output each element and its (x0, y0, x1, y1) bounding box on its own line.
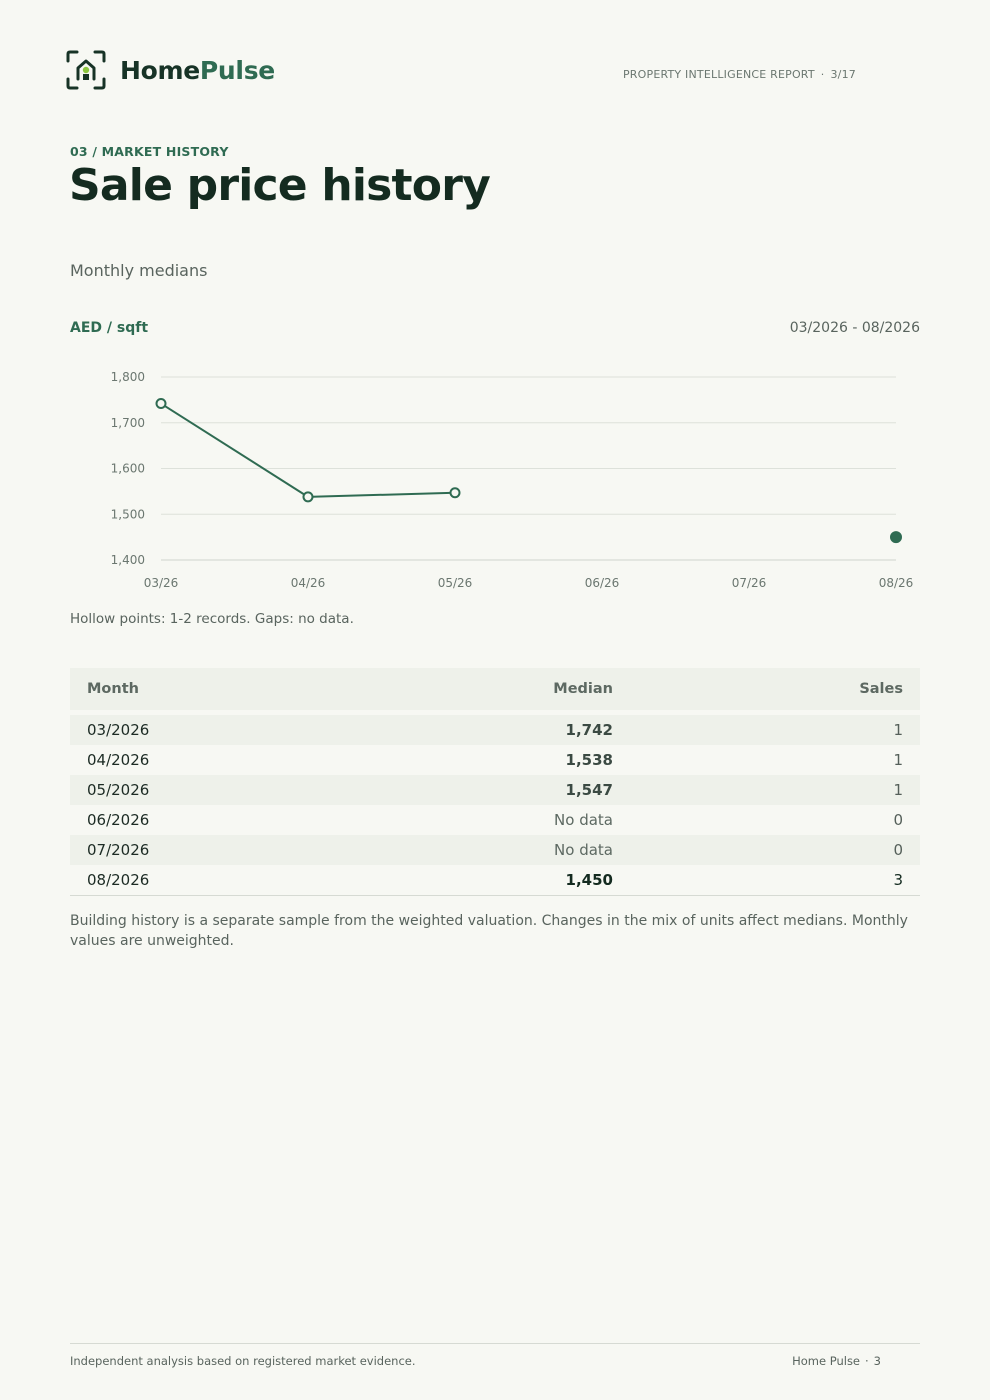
col-header-month: Month (70, 668, 370, 710)
cell-median: 1,742 (370, 715, 630, 745)
data-point (155, 398, 167, 410)
cell-month: 06/2026 (87, 811, 150, 829)
cell-median: 1,547 (370, 775, 630, 805)
cell-median: No data (370, 835, 630, 865)
monthly-history-table: Month Median Sales 03/2026 1,742 1 04/2026 1… (70, 668, 920, 896)
median-value: 1,742 (565, 721, 613, 739)
cell-month: 07/2026 (70, 835, 370, 865)
series-line-segment (160, 402, 309, 498)
chart-date-range: 03/2026 - 08/2026 (789, 320, 920, 336)
col-header-sales: Sales (630, 668, 920, 710)
x-tick-label: 03/26 (144, 576, 179, 590)
cell-sales: 1 (893, 751, 903, 769)
x-tick-label: 05/26 (438, 576, 473, 590)
cell-month: 04/2026 (87, 751, 150, 769)
table-row: 05/2026 1,547 1 (70, 775, 920, 805)
cell-sales: 1 (630, 775, 920, 805)
cell-month: 03/2026 (70, 715, 370, 745)
cell-month: 08/2026 (70, 865, 370, 896)
y-tick-label: 1,700 (111, 416, 145, 430)
data-point (302, 491, 314, 503)
data-point (449, 487, 461, 499)
footnote: Building history is a separate sample fr… (70, 913, 908, 949)
cell-sales: 0 (630, 835, 920, 865)
home-scan-icon (66, 50, 106, 90)
x-tick-label: 04/26 (291, 576, 326, 590)
col-header-median: Median (370, 668, 630, 710)
report-meta: PROPERTY INTELLIGENCE REPORT · 3/17 (622, 68, 856, 81)
table-row: 04/2026 1,538 1 (70, 745, 920, 775)
section-tag: 03 / MARKET HISTORY (70, 144, 229, 159)
table-row: 06/2026 No data 0 (70, 805, 920, 835)
data-point (890, 531, 902, 544)
table-row: 03/2026 1,742 1 (70, 715, 920, 745)
x-tick-label: 08/26 (879, 576, 914, 590)
x-tick-label: 07/26 (732, 576, 767, 590)
y-tick-label: 1,600 (111, 462, 145, 476)
table-row: 08/2026 1,450 3 (70, 865, 920, 896)
median-value: No data (554, 811, 613, 829)
brand-logo: HomePulse (66, 50, 275, 90)
chart-note: Hollow points: 1-2 records. Gaps: no dat… (70, 611, 354, 627)
page-subtitle: Monthly medians (70, 261, 208, 280)
price-history-chart: 1,400 1,500 1,600 1,700 1,800 03/26 04/26 05/26… (111, 370, 914, 590)
footer-page-info: Home Pulse · 3 (792, 1354, 881, 1368)
cell-median: No data (370, 805, 630, 835)
chart-unit-label: AED / sqft (70, 320, 149, 336)
y-tick-label: 1,400 (111, 553, 145, 567)
footer-disclaimer: Independent analysis based on registered… (70, 1354, 416, 1368)
table-header-row: Month Median Sales (70, 668, 920, 710)
brand-name: HomePulse (120, 55, 275, 85)
y-tick-label: 1,800 (111, 370, 145, 384)
page-counter: 3/17 (830, 68, 856, 81)
y-tick-label: 1,500 (111, 507, 145, 521)
cell-sales: 0 (893, 811, 903, 829)
cell-median: 1,538 (370, 745, 630, 775)
footer-page-number: 3 (873, 1354, 881, 1368)
page-title: Sale price history (69, 160, 491, 211)
cell-sales: 3 (630, 865, 920, 896)
median-value: 1,538 (565, 751, 613, 769)
report-header: HomePulse PROPERTY INTELLIGENCE REPORT · 3… (66, 50, 866, 92)
median-value: No data (554, 841, 613, 859)
x-tick-label: 06/26 (585, 576, 620, 590)
table-row: 07/2026 No data 0 (70, 835, 920, 865)
series-line-segment (307, 491, 456, 498)
report-label: PROPERTY INTELLIGENCE REPORT (622, 68, 815, 81)
median-value: 1,547 (565, 781, 613, 799)
median-value: 1,450 (565, 870, 613, 889)
cell-sales: 1 (630, 715, 920, 745)
cell-median: 1,450 (370, 865, 630, 896)
cell-month: 05/2026 (70, 775, 370, 805)
footer-divider (70, 1343, 920, 1344)
footer-brand: Home Pulse (792, 1354, 861, 1368)
